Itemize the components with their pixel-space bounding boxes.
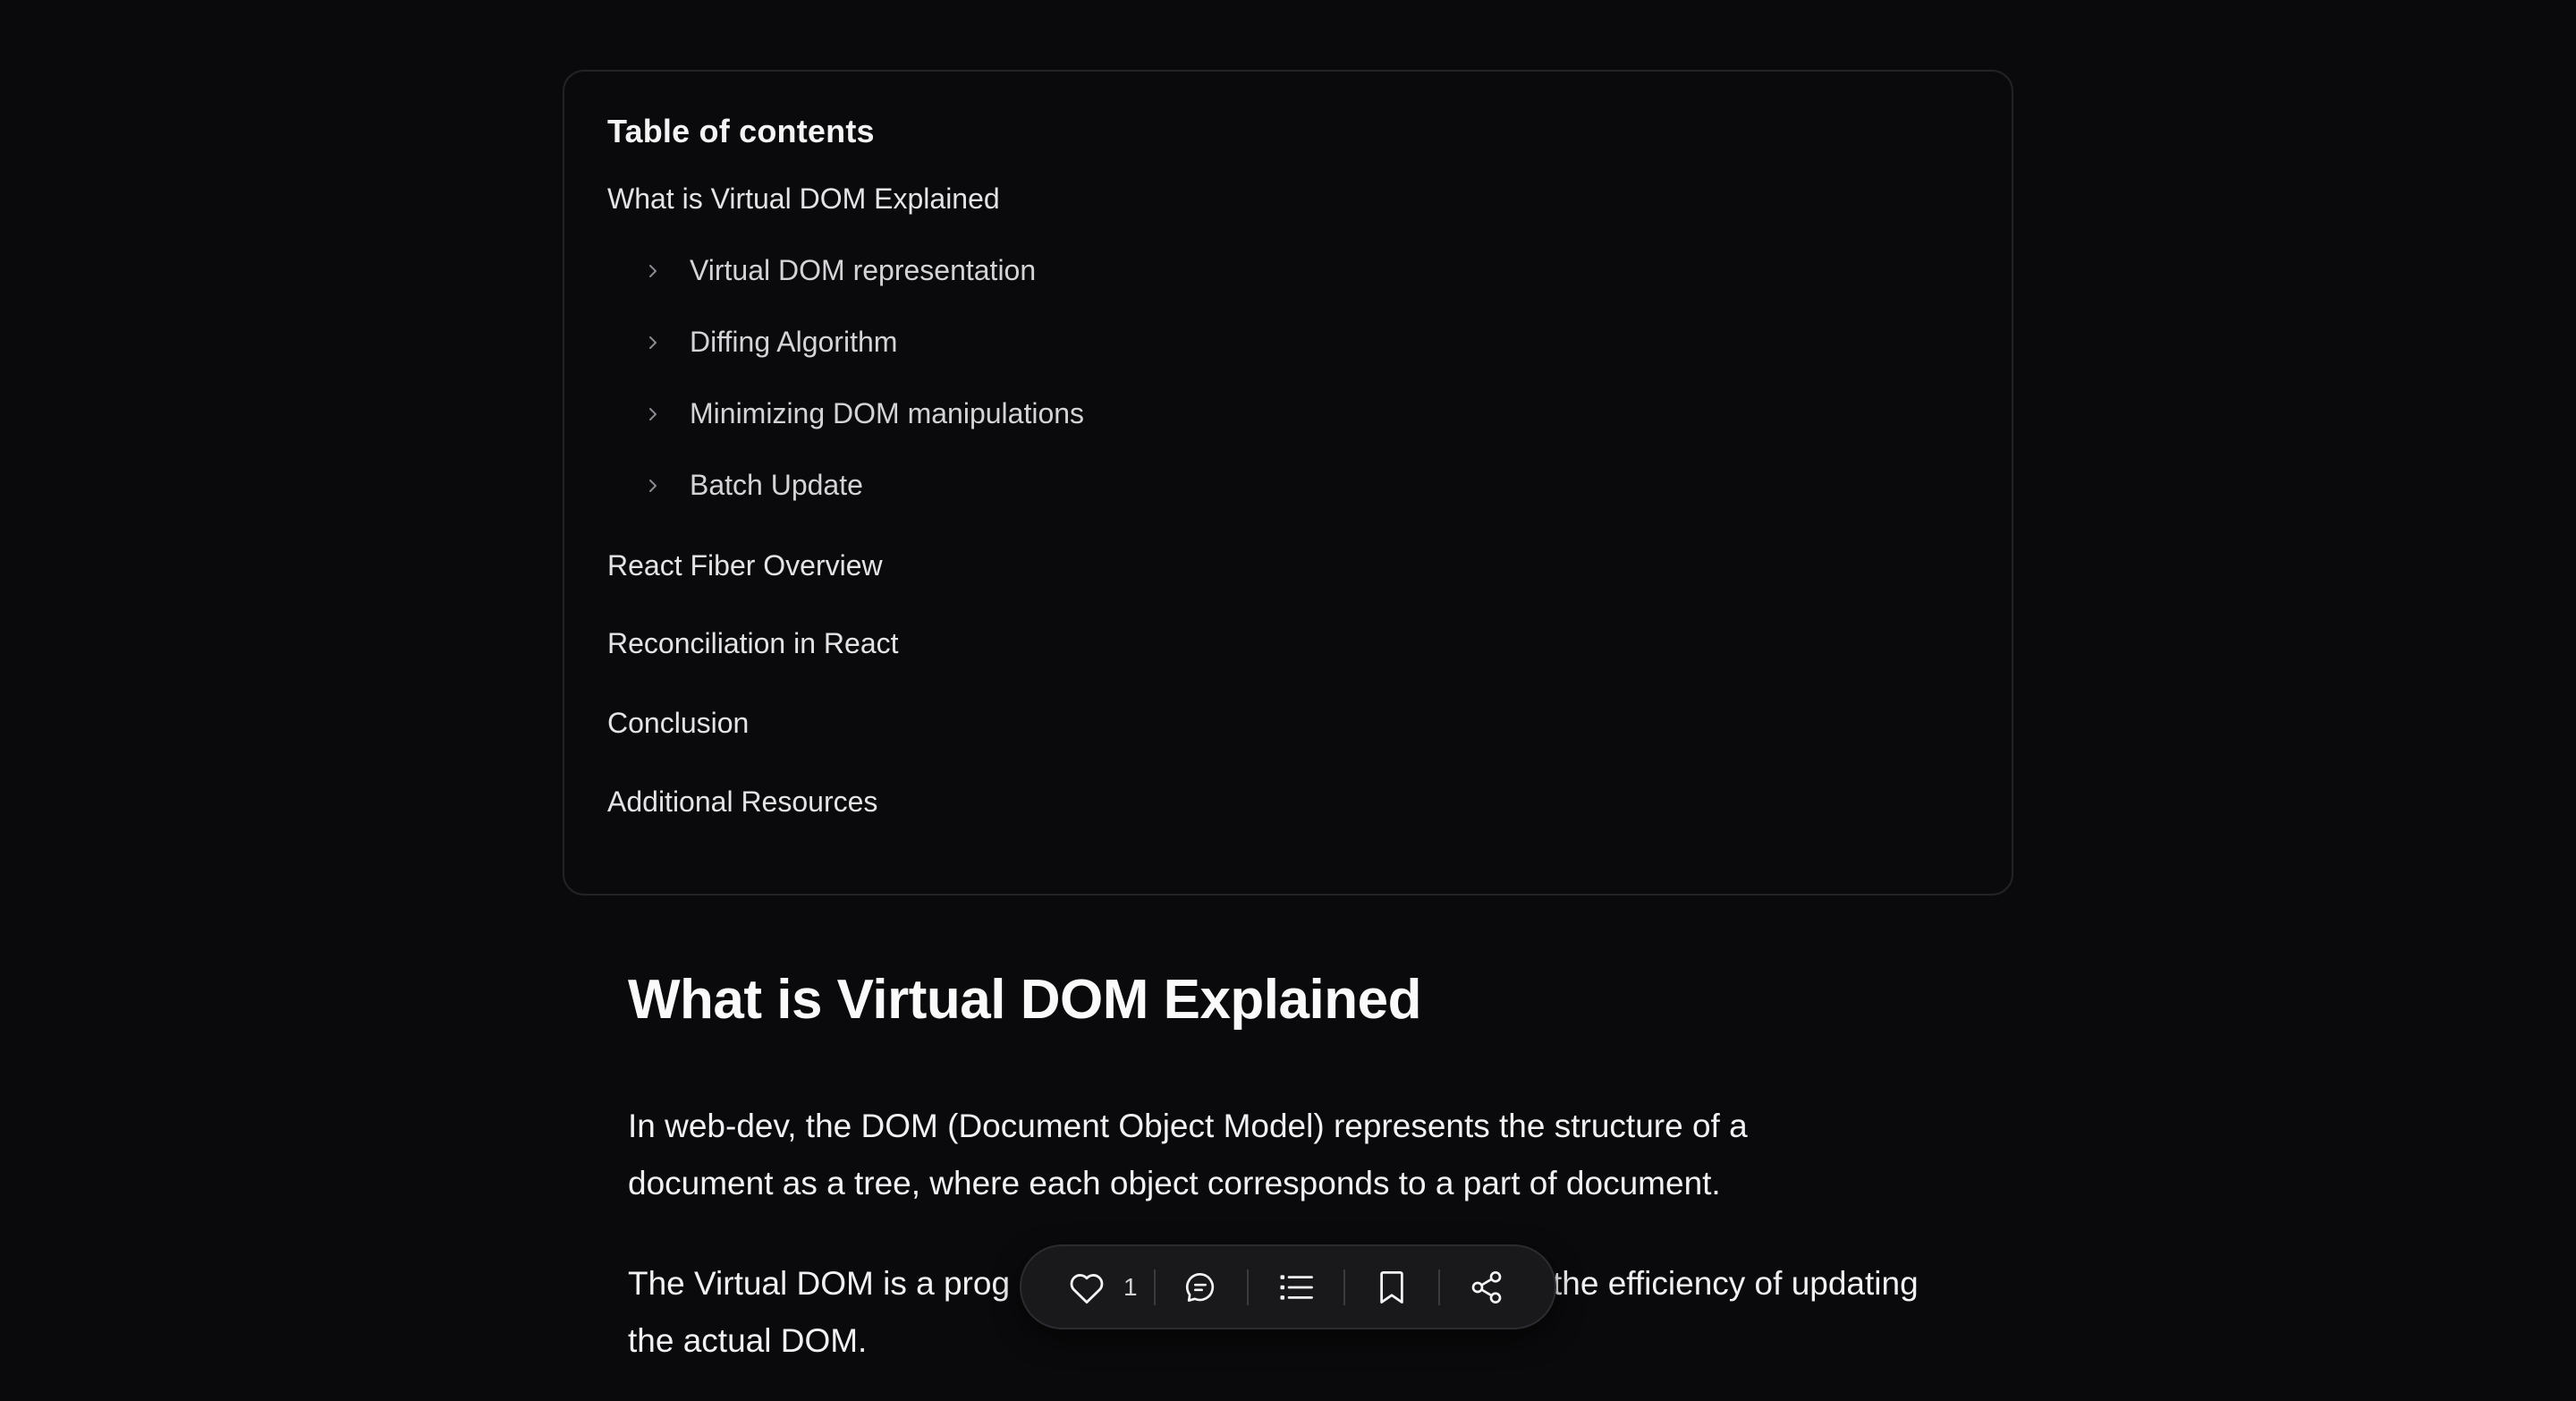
- toc-item-react-fiber-overview[interactable]: React Fiber Overview: [607, 549, 883, 582]
- comment-button[interactable]: [1182, 1261, 1218, 1314]
- separator: [1153, 1269, 1156, 1305]
- table-of-contents: Table of contents What is Virtual DOM Ex…: [563, 70, 2013, 896]
- floating-action-bar: 1: [1020, 1244, 1556, 1329]
- heart-icon: [1068, 1269, 1106, 1305]
- toc-subitem-virtual-dom-representation[interactable]: Virtual DOM representation: [643, 254, 1036, 287]
- toc-subitem-batch-update[interactable]: Batch Update: [643, 469, 863, 502]
- share-button[interactable]: [1469, 1261, 1504, 1314]
- like-count: 1: [1123, 1272, 1138, 1301]
- toc-title: Table of contents: [607, 113, 875, 149]
- toc-subitem-label: Diffing Algorithm: [690, 326, 898, 358]
- separator: [1343, 1269, 1345, 1305]
- like-button[interactable]: 1: [1068, 1261, 1154, 1314]
- toc-subitem-label: Batch Update: [690, 469, 863, 501]
- table-of-contents-button[interactable]: [1277, 1261, 1315, 1314]
- page: Table of contents What is Virtual DOM Ex…: [0, 0, 2576, 1401]
- paragraph-2-line-2: the actual DOM.: [628, 1322, 868, 1359]
- paragraph-1-line-1: In web-dev, the DOM (Document Object Mod…: [628, 1108, 1748, 1144]
- bookmark-button[interactable]: [1376, 1261, 1408, 1314]
- paragraph-1-line-2: document as a tree, where each object co…: [628, 1165, 1721, 1201]
- comment-icon: [1182, 1269, 1218, 1305]
- chevron-right-icon: [643, 404, 663, 424]
- section-heading: What is Virtual DOM Explained: [628, 969, 1421, 1031]
- chevron-right-icon: [643, 476, 663, 496]
- toc-item-additional-resources[interactable]: Additional Resources: [607, 785, 877, 819]
- paragraph-2-line-1-start: The Virtual DOM is a prog: [628, 1265, 1011, 1302]
- separator: [1437, 1269, 1440, 1305]
- paragraph-2-line-1-end: the efficiency of updating: [1553, 1265, 1919, 1302]
- toc-subitem-label: Virtual DOM representation: [690, 254, 1037, 286]
- toc-subitem-minimizing-dom-manipulations[interactable]: Minimizing DOM manipulations: [643, 397, 1084, 430]
- list-icon: [1277, 1269, 1315, 1305]
- separator: [1246, 1269, 1249, 1305]
- toc-item-conclusion[interactable]: Conclusion: [607, 707, 749, 740]
- toc-item-what-is-virtual-dom[interactable]: What is Virtual DOM Explained: [607, 183, 1000, 216]
- bookmark-icon: [1376, 1269, 1408, 1306]
- toc-item-reconciliation-in-react[interactable]: Reconciliation in React: [607, 627, 899, 660]
- toc-subitem-label: Minimizing DOM manipulations: [690, 397, 1085, 429]
- chevron-right-icon: [643, 333, 663, 352]
- toc-subitem-diffing-algorithm[interactable]: Diffing Algorithm: [643, 326, 897, 359]
- chevron-right-icon: [643, 261, 663, 281]
- share-icon: [1469, 1269, 1504, 1305]
